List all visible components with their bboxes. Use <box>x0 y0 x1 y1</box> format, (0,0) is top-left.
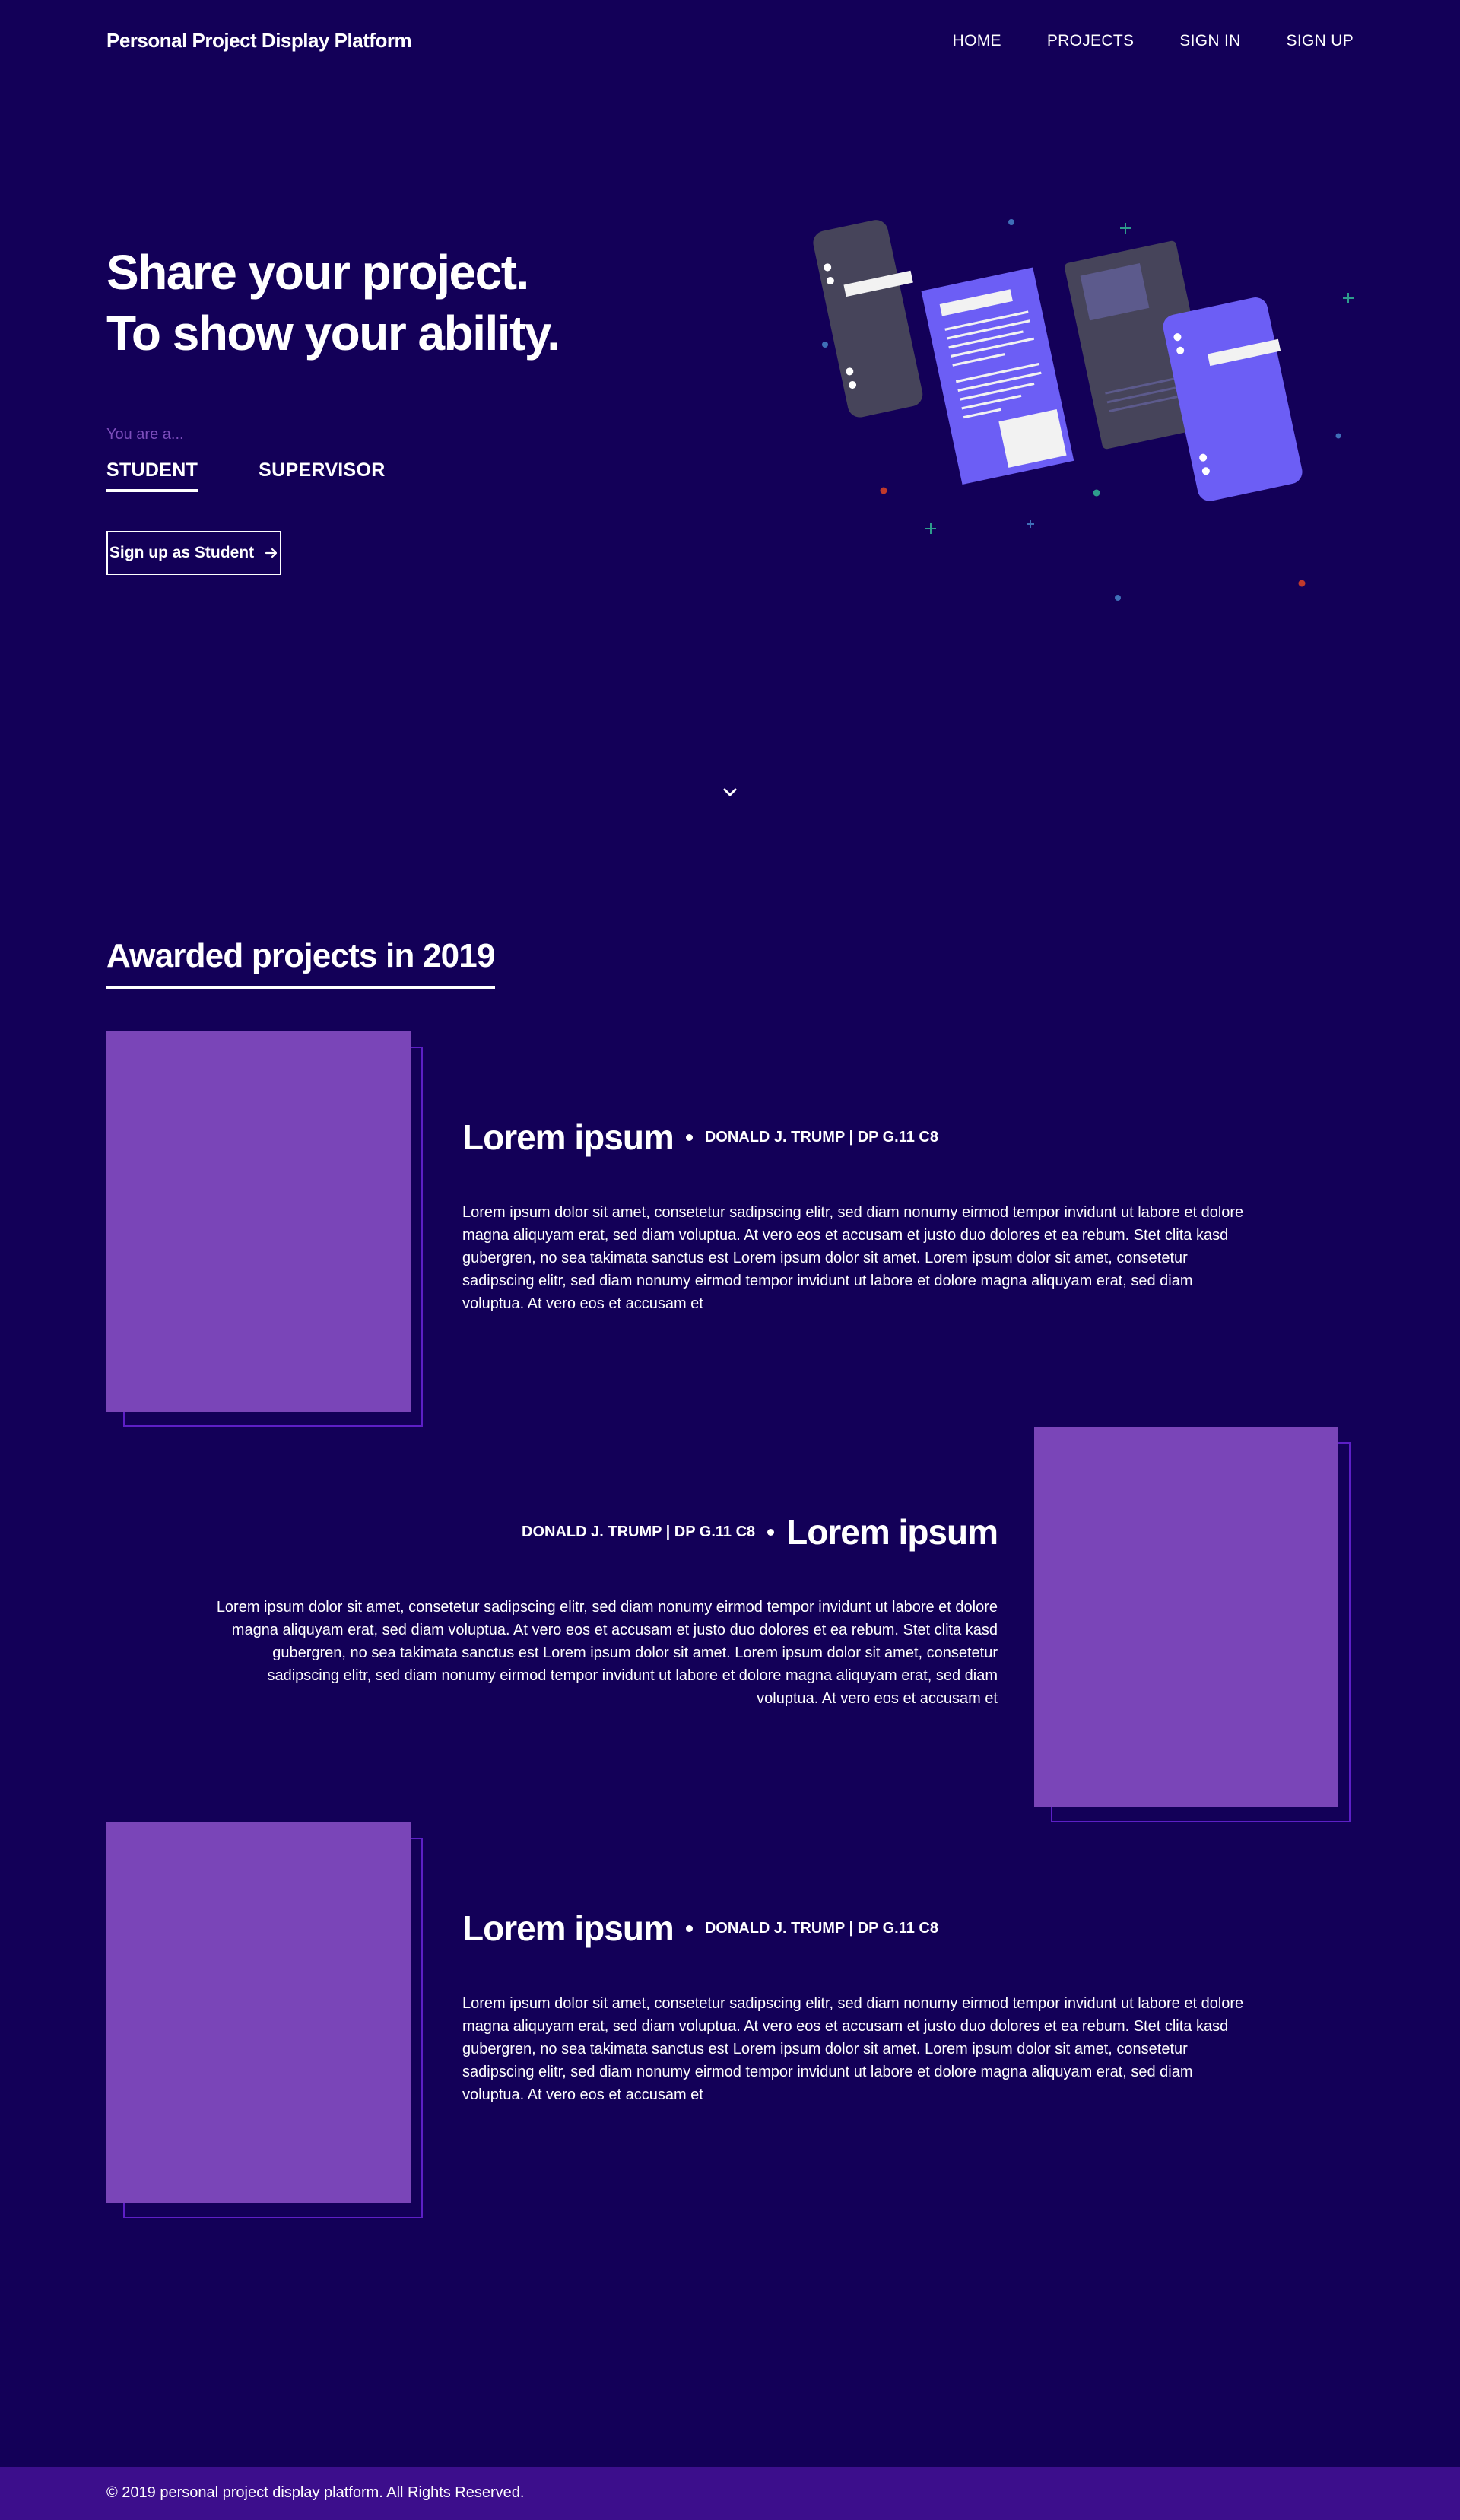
project-title[interactable]: Lorem ipsum <box>786 1511 998 1552</box>
document-card-blue-right <box>1163 297 1303 501</box>
hero-title-line-1: Share your project. <box>106 245 529 300</box>
document-card-grey-left <box>813 220 923 418</box>
hero-title: Share your project. To show your ability… <box>106 242 560 364</box>
project-image[interactable] <box>1034 1427 1338 1807</box>
project-image[interactable] <box>106 1822 411 2203</box>
site-footer: © 2019 personal project display platform… <box>0 2467 1460 2520</box>
role-tabs: STUDENT SUPERVISOR <box>106 459 386 492</box>
project-header: Lorem ipsum DONALD J. TRUMP | DP G.11 C8 <box>462 1908 938 1949</box>
role-tab-supervisor[interactable]: SUPERVISOR <box>259 459 385 492</box>
project-title[interactable]: Lorem ipsum <box>462 1117 674 1158</box>
role-prompt: You are a... <box>106 426 184 443</box>
role-tab-student[interactable]: STUDENT <box>106 459 198 492</box>
hero-title-line-2: To show your ability. <box>106 306 560 361</box>
project-description: Lorem ipsum dolor sit amet, consetetur s… <box>462 1995 1244 2103</box>
project-image[interactable] <box>106 1031 411 1412</box>
project-header: Lorem ipsum DONALD J. TRUMP | DP G.11 C8 <box>462 1117 938 1158</box>
hero-illustration <box>813 219 1354 601</box>
project-description: Lorem ipsum dolor sit amet, consetetur s… <box>216 1599 998 1707</box>
nav-home[interactable]: HOME <box>953 32 1001 50</box>
nav-sign-in[interactable]: SIGN IN <box>1179 32 1240 50</box>
project-meta: DONALD J. TRUMP | DP G.11 C8 <box>704 1128 938 1146</box>
nav-projects[interactable]: PROJECTS <box>1047 32 1134 50</box>
arrow-right-icon <box>265 548 278 558</box>
project-header: DONALD J. TRUMP | DP G.11 C8 Lorem ipsum <box>522 1511 998 1552</box>
separator-dot <box>685 1133 693 1141</box>
nav-sign-up[interactable]: SIGN UP <box>1287 32 1354 50</box>
project-meta: DONALD J. TRUMP | DP G.11 C8 <box>704 1919 938 1937</box>
chevron-down-icon <box>723 788 737 796</box>
separator-dot <box>767 1528 775 1536</box>
separator-dot <box>685 1924 693 1932</box>
project-title[interactable]: Lorem ipsum <box>462 1908 674 1949</box>
main-nav: HOME PROJECTS SIGN IN SIGN UP <box>953 32 1354 50</box>
project-description: Lorem ipsum dolor sit amet, consetetur s… <box>462 1204 1244 1312</box>
section-title-awarded: Awarded projects in 2019 <box>106 937 495 989</box>
sign-up-student-button[interactable]: Sign up as Student <box>106 531 281 575</box>
document-card-blue-middle <box>921 267 1074 485</box>
copyright-text: © 2019 personal project display platform… <box>106 2484 525 2501</box>
sign-up-button-label: Sign up as Student <box>109 544 255 561</box>
site-brand[interactable]: Personal Project Display Platform <box>106 29 412 52</box>
project-meta: DONALD J. TRUMP | DP G.11 C8 <box>522 1523 756 1540</box>
scroll-down-button[interactable] <box>719 782 741 803</box>
